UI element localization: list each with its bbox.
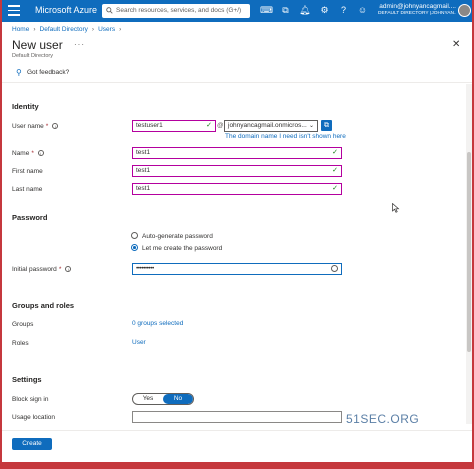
mouse-cursor-icon xyxy=(392,203,400,213)
block-sign-in-label: Block sign in xyxy=(12,396,49,403)
help-icon[interactable]: ? xyxy=(338,5,349,16)
radio-on-icon xyxy=(131,244,138,251)
info-icon[interactable]: i xyxy=(65,266,72,272)
bell-icon[interactable]: 🔔︎ xyxy=(299,5,310,16)
usage-location-label: Usage location xyxy=(12,414,55,421)
page-title: New user xyxy=(12,38,63,52)
account-email: admin@johnyancagmail.... xyxy=(379,3,456,10)
groups-heading: Groups and roles xyxy=(12,301,75,310)
checkmark-icon: ✓ xyxy=(332,149,338,156)
chevron-down-icon: ⌄ xyxy=(308,123,314,129)
directory-filter-icon[interactable]: ⧉ xyxy=(280,5,291,16)
search-input[interactable]: Search resources, services, and docs (G+… xyxy=(102,4,250,18)
checkmark-icon: ✓ xyxy=(206,122,212,129)
footer xyxy=(2,430,472,462)
watermark: 51SEC.ORG xyxy=(346,412,420,426)
more-options-icon[interactable]: ··· xyxy=(74,40,85,49)
divider xyxy=(2,82,472,83)
radio-create-password[interactable]: Let me create the password xyxy=(131,244,222,252)
name-input[interactable]: test1 ✓ xyxy=(132,147,342,159)
breadcrumb-home[interactable]: Home xyxy=(12,26,29,33)
copy-icon[interactable]: ⧉ xyxy=(321,120,332,131)
toggle-yes[interactable]: Yes xyxy=(133,394,163,404)
user-name-input[interactable]: testuser1 ✓ xyxy=(132,120,216,132)
close-icon[interactable]: ✕ xyxy=(452,39,460,50)
checkmark-icon: ✓ xyxy=(332,167,338,174)
account-directory: DEFAULT DIRECTORY (JOHNYAN... xyxy=(378,11,456,16)
account-menu[interactable]: admin@johnyancagmail.... DEFAULT DIRECTO… xyxy=(378,3,456,16)
initial-password-label: Initial password * i xyxy=(12,266,72,273)
first-name-input[interactable]: test1 ✓ xyxy=(132,165,342,177)
chevron-right-icon: › xyxy=(119,26,122,33)
info-icon[interactable]: i xyxy=(52,123,59,129)
radio-off-icon xyxy=(131,232,138,239)
radio-auto-generate[interactable]: Auto-generate password xyxy=(131,232,213,240)
name-label: Name * i xyxy=(12,150,44,157)
cloud-shell-icon[interactable]: ⌨ xyxy=(260,5,273,16)
breadcrumb-directory[interactable]: Default Directory xyxy=(40,26,88,33)
feedback-icon[interactable]: ☺ xyxy=(357,5,368,16)
checkmark-icon: ✓ xyxy=(332,185,338,192)
brand-label[interactable]: Microsoft Azure xyxy=(35,5,97,15)
person-feedback-icon: ⚲ xyxy=(16,68,22,77)
create-button[interactable]: Create xyxy=(12,438,52,450)
chevron-right-icon: › xyxy=(33,26,36,33)
block-sign-in-toggle[interactable]: Yes No xyxy=(132,393,194,405)
groups-label: Groups xyxy=(12,321,34,328)
password-heading: Password xyxy=(12,213,48,222)
at-icon: @ xyxy=(217,122,224,129)
groups-selected-link[interactable]: 0 groups selected xyxy=(132,320,183,327)
last-name-label: Last name xyxy=(12,186,43,193)
scrollbar-thumb[interactable] xyxy=(467,152,471,352)
top-bar: Microsoft Azure Search resources, servic… xyxy=(2,0,472,22)
usage-location-select[interactable] xyxy=(132,411,342,423)
feedback-label: Got feedback? xyxy=(27,69,70,76)
first-name-label: First name xyxy=(12,168,43,175)
reveal-password-icon[interactable] xyxy=(331,265,338,272)
hamburger-menu-icon[interactable] xyxy=(8,5,20,16)
user-name-label: User name * i xyxy=(12,123,59,130)
breadcrumb-users[interactable]: Users xyxy=(98,26,115,33)
domain-help-link[interactable]: The domain name I need isn't shown here xyxy=(225,133,346,140)
avatar[interactable] xyxy=(458,4,471,17)
search-icon xyxy=(106,7,113,14)
last-name-input[interactable]: test1 ✓ xyxy=(132,183,342,195)
feedback-link[interactable]: ⚲ Got feedback? xyxy=(16,69,69,77)
roles-link[interactable]: User xyxy=(132,339,146,346)
initial-password-input[interactable]: •••••••••• xyxy=(132,263,342,275)
portal-window: Microsoft Azure Search resources, servic… xyxy=(2,0,472,462)
toggle-no[interactable]: No xyxy=(163,394,193,404)
identity-heading: Identity xyxy=(12,102,39,111)
roles-label: Roles xyxy=(12,340,29,347)
settings-heading: Settings xyxy=(12,375,42,384)
chevron-right-icon: › xyxy=(91,26,95,33)
gear-icon[interactable]: ⚙ xyxy=(319,5,330,16)
page-subtitle: Default Directory xyxy=(12,53,53,59)
info-icon[interactable]: i xyxy=(37,150,44,156)
search-placeholder: Search resources, services, and docs (G+… xyxy=(116,7,242,14)
breadcrumb: Home › Default Directory › Users › xyxy=(12,26,125,33)
domain-select[interactable]: johnyancagmail.onmicros... ⌄ xyxy=(224,120,318,132)
